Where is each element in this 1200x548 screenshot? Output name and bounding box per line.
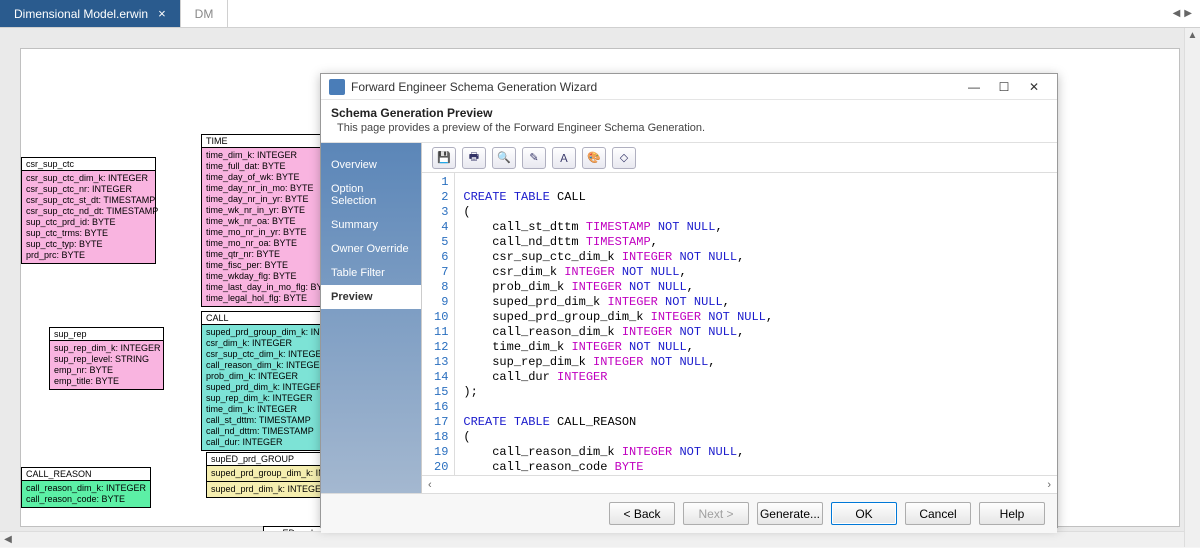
find-icon[interactable]: 🔍 xyxy=(492,147,516,169)
horizontal-scrollbar[interactable]: ◀ xyxy=(0,531,1184,547)
dialog-body: OverviewOption SelectionSummaryOwner Ove… xyxy=(321,143,1057,493)
tab-label: DM xyxy=(195,7,214,21)
tab-dm[interactable]: DM xyxy=(181,0,229,27)
vertical-scrollbar[interactable]: ▲ xyxy=(1184,28,1200,547)
minimize-icon[interactable]: — xyxy=(959,80,989,94)
step-option-selection[interactable]: Option Selection xyxy=(321,177,421,213)
scroll-up-icon[interactable]: ▲ xyxy=(1185,28,1200,44)
entity-title: CALL_REASON xyxy=(22,468,150,480)
document-tab-bar: Dimensional Model.erwin × DM ◀ ▶ xyxy=(0,0,1200,28)
ok-button[interactable]: OK xyxy=(831,502,897,525)
line-gutter: 123456789101112131415161718192021 xyxy=(422,173,455,475)
save-icon[interactable]: 💾 xyxy=(432,147,456,169)
app-icon xyxy=(329,79,345,95)
generate-button[interactable]: Generate... xyxy=(757,502,823,525)
entity-title: sup_rep xyxy=(50,328,163,340)
entity-sup-rep[interactable]: sup_rep sup_rep_dim_k: INTEGERsup_rep_le… xyxy=(49,327,164,390)
dialog-titlebar[interactable]: Forward Engineer Schema Generation Wizar… xyxy=(321,74,1057,100)
code-body: CREATE TABLE CALL( call_st_dttm TIMESTAM… xyxy=(455,173,781,475)
dialog-title: Forward Engineer Schema Generation Wizar… xyxy=(351,80,959,94)
colors-icon[interactable]: 🎨 xyxy=(582,147,606,169)
scroll-right-icon[interactable]: › xyxy=(1047,479,1051,491)
replace-icon[interactable]: ✎ xyxy=(522,147,546,169)
entity-body: sup_rep_dim_k: INTEGERsup_rep_level: STR… xyxy=(50,340,163,389)
scroll-left-icon[interactable]: ◀ xyxy=(0,532,16,548)
preview-toolbar: 💾 🖶 🔍 ✎ Ａ 🎨 ◇ xyxy=(422,143,1057,173)
scroll-left-icon[interactable]: ‹ xyxy=(428,479,432,491)
chevron-right-icon[interactable]: ▶ xyxy=(1184,8,1192,19)
cancel-button[interactable]: Cancel xyxy=(905,502,971,525)
step-table-filter[interactable]: Table Filter xyxy=(321,261,421,285)
expand-icon[interactable]: ◇ xyxy=(612,147,636,169)
back-button[interactable]: < Back xyxy=(609,502,675,525)
maximize-icon[interactable]: ☐ xyxy=(989,80,1019,94)
tab-dimensional-model[interactable]: Dimensional Model.erwin × xyxy=(0,0,181,27)
close-icon[interactable]: × xyxy=(158,6,166,21)
entity-body: csr_sup_ctc_dim_k: INTEGERcsr_sup_ctc_nr… xyxy=(22,170,155,263)
sql-preview[interactable]: 123456789101112131415161718192021 CREATE… xyxy=(422,173,1057,475)
font-icon[interactable]: Ａ xyxy=(552,147,576,169)
header-subtitle: This page provides a preview of the Forw… xyxy=(331,122,1047,134)
schema-generation-wizard: Forward Engineer Schema Generation Wizar… xyxy=(320,73,1058,528)
entity-body: call_reason_dim_k: INTEGERcall_reason_co… xyxy=(22,480,150,507)
wizard-steps: OverviewOption SelectionSummaryOwner Ove… xyxy=(321,143,421,493)
print-icon[interactable]: 🖶 xyxy=(462,147,486,169)
header-title: Schema Generation Preview xyxy=(331,106,1047,120)
step-preview[interactable]: Preview xyxy=(321,285,421,309)
step-owner-override[interactable]: Owner Override xyxy=(321,237,421,261)
wizard-content: 💾 🖶 🔍 ✎ Ａ 🎨 ◇ 12345678910111213141516171819202… xyxy=(421,143,1057,493)
help-button[interactable]: Help xyxy=(979,502,1045,525)
tab-scroll-controls: ◀ ▶ xyxy=(1165,0,1200,27)
tab-label: Dimensional Model.erwin xyxy=(14,7,148,21)
dialog-header: Schema Generation Preview This page prov… xyxy=(321,100,1057,143)
close-icon[interactable]: ✕ xyxy=(1019,80,1049,94)
entity-call-reason[interactable]: CALL_REASON call_reason_dim_k: INTEGERca… xyxy=(21,467,151,508)
chevron-left-icon[interactable]: ◀ xyxy=(1173,8,1181,19)
next-button: Next > xyxy=(683,502,749,525)
horizontal-scroll[interactable]: ‹ › xyxy=(422,475,1057,493)
entity-title: csr_sup_ctc xyxy=(22,158,155,170)
step-summary[interactable]: Summary xyxy=(321,213,421,237)
dialog-footer: < Back Next > Generate... OK Cancel Help xyxy=(321,493,1057,533)
step-overview[interactable]: Overview xyxy=(321,153,421,177)
entity-csr-sup-ctc[interactable]: csr_sup_ctc csr_sup_ctc_dim_k: INTEGERcs… xyxy=(21,157,156,264)
